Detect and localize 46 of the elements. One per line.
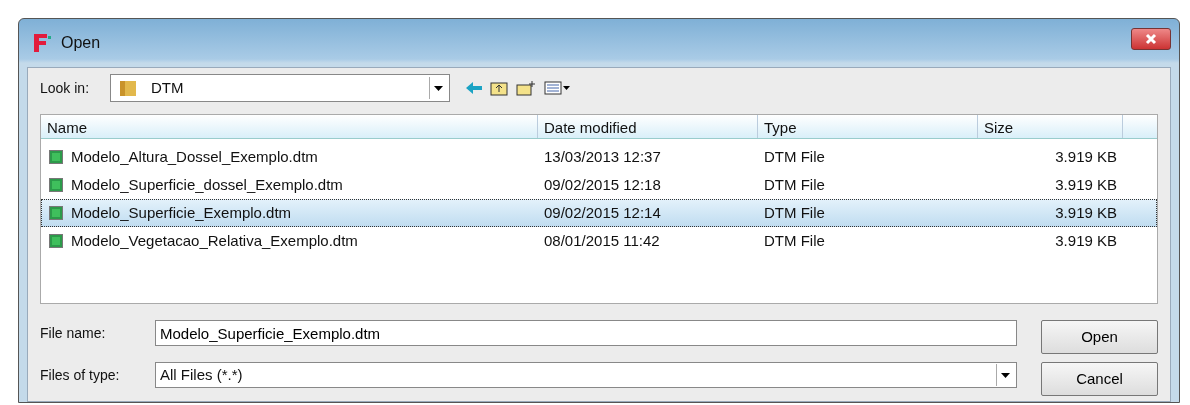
file-icon <box>49 206 63 220</box>
file-name-label: File name: <box>40 323 107 343</box>
file-date: 09/02/2015 12:14 <box>543 202 662 223</box>
file-name: Modelo_Superficie_dossel_Exemplo.dtm <box>71 174 343 195</box>
file-icon <box>49 150 63 164</box>
file-row[interactable]: Modelo_Altura_Dossel_Exemplo.dtm 13/03/2013 12:37 DTM File 3.919 KB <box>41 143 1157 171</box>
file-type: DTM File <box>763 202 826 223</box>
file-type: DTM File <box>763 230 826 251</box>
dialog-button[interactable]: Open <box>1041 320 1158 354</box>
file-name: Modelo_Altura_Dossel_Exemplo.dtm <box>71 146 318 167</box>
file-name: Modelo_Vegetacao_Relativa_Exemplo.dtm <box>71 230 358 251</box>
column-header[interactable]: Date modified <box>538 115 758 138</box>
file-size: 3.919 KB <box>1054 146 1118 167</box>
view-menu-icon[interactable] <box>544 81 570 95</box>
new-folder-icon[interactable] <box>516 80 536 96</box>
file-date: 08/01/2015 11:42 <box>543 230 661 251</box>
column-header[interactable]: Type <box>758 115 978 138</box>
file-type: DTM File <box>763 146 826 167</box>
file-date: 13/03/2013 12:37 <box>543 146 662 167</box>
file-row[interactable]: Modelo_Superficie_Exemplo.dtm 09/02/2015 12:14 DTM File 3.919 KB <box>41 199 1157 227</box>
folder-icon <box>119 79 139 97</box>
file-type-dropdown[interactable]: All Files (*.*) <box>155 362 1017 388</box>
file-row[interactable]: Modelo_Vegetacao_Relativa_Exemplo.dtm 08/01/2015 11:42 DTM File 3.919 KB <box>41 227 1157 255</box>
window-title: Open <box>61 33 101 53</box>
file-icon <box>49 178 63 192</box>
file-name: Modelo_Superficie_Exemplo.dtm <box>71 202 292 223</box>
caret-icon <box>1001 372 1010 378</box>
caret-icon <box>434 85 443 91</box>
file-row[interactable]: Modelo_Superficie_dossel_Exemplo.dtm 09/02/2015 12:18 DTM File 3.919 KB <box>41 171 1157 199</box>
file-icon <box>49 234 63 248</box>
dialog-button[interactable]: Cancel <box>1041 362 1158 396</box>
close-icon <box>1145 32 1157 45</box>
file-size: 3.919 KB <box>1054 202 1118 223</box>
file-type-label: Files of type: <box>40 365 121 385</box>
app-icon <box>31 32 53 54</box>
look-in-dropdown[interactable]: DTM <box>110 74 450 102</box>
close-button[interactable] <box>1131 28 1171 50</box>
file-name-field[interactable]: Modelo_Superficie_Exemplo.dtm <box>155 320 1017 346</box>
file-date: 09/02/2015 12:18 <box>543 174 662 195</box>
file-size: 3.919 KB <box>1054 174 1118 195</box>
look-in-label: Look in: <box>40 78 91 98</box>
column-header[interactable]: Name <box>41 115 538 138</box>
file-size: 3.919 KB <box>1054 230 1118 251</box>
up-folder-icon[interactable] <box>490 80 508 96</box>
file-type: DTM File <box>763 174 826 195</box>
column-header[interactable]: Size <box>978 115 1123 138</box>
